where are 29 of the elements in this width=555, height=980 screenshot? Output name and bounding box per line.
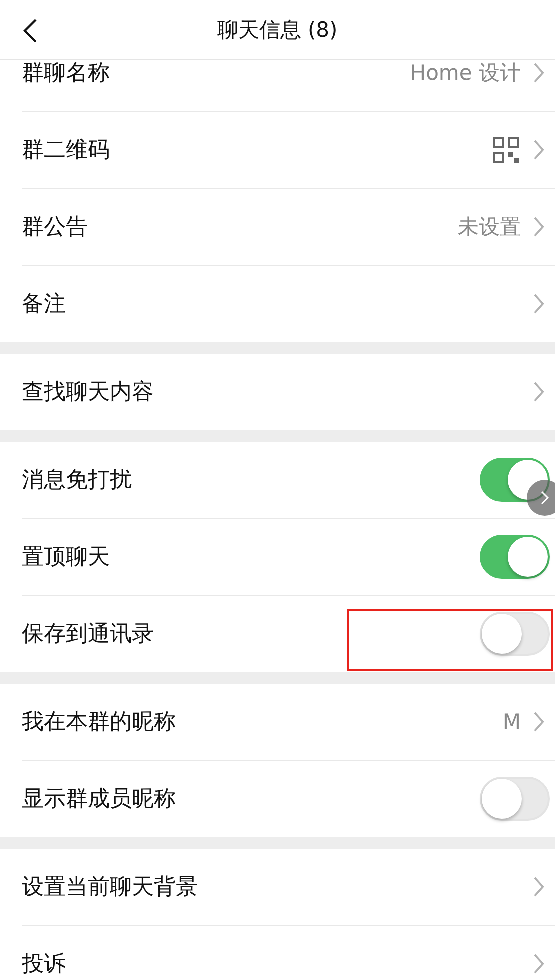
setting-label: 群二维码	[22, 137, 111, 165]
setting-label: 备注	[22, 291, 67, 319]
chevron-icon	[533, 62, 545, 84]
chevron-icon	[533, 953, 545, 975]
qr-code-icon	[493, 137, 519, 163]
chevron-icon	[533, 216, 545, 238]
setting-label: 显示群成员昵称	[22, 786, 177, 814]
chevron-icon	[533, 381, 545, 403]
row-value: 未设置	[458, 214, 521, 241]
chevron-icon	[533, 711, 545, 733]
back-icon[interactable]	[22, 18, 38, 44]
setting-label: 查找聊天内容	[22, 379, 155, 407]
row-value: Home 设计	[410, 60, 521, 87]
setting-label: 消息免打扰	[22, 467, 133, 495]
setting-label: 我在本群的昵称	[22, 709, 177, 737]
chevron-icon	[533, 293, 545, 315]
chevron-icon	[533, 876, 545, 898]
row-value: M	[502, 710, 521, 734]
chevron-icon	[533, 139, 545, 161]
page-title: 聊天信息 (8)	[217, 16, 338, 44]
floating-button[interactable]	[527, 480, 555, 516]
setting-label: 群聊名称	[22, 60, 111, 88]
chevron-icon	[540, 490, 550, 506]
setting-label: 投诉	[22, 951, 67, 979]
setting-label: 设置当前聊天背景	[22, 874, 199, 902]
toggle-switch[interactable]	[480, 535, 550, 579]
setting-label: 置顶聊天	[22, 544, 111, 572]
setting-label: 群公告	[22, 214, 89, 242]
setting-label: 保存到通讯录	[22, 621, 155, 649]
